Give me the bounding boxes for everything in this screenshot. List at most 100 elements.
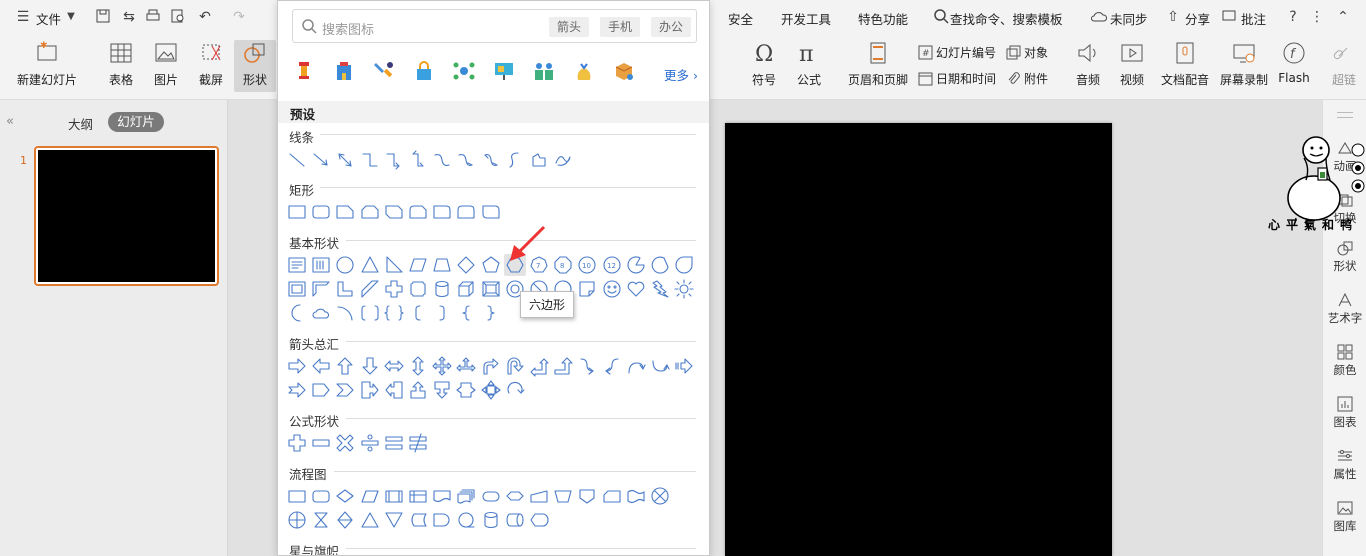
sidebar-item-color[interactable]: 颜色	[1323, 344, 1366, 378]
share-button[interactable]: 分享	[1185, 9, 1210, 28]
shape-rtriangle-icon[interactable]	[383, 254, 405, 276]
shape-r-brace-icon[interactable]	[480, 302, 502, 324]
shape-parallelogram-icon[interactable]	[407, 254, 429, 276]
shape-dbl-brace-icon[interactable]	[383, 302, 405, 324]
output-icon[interactable]: ⇆	[120, 8, 138, 26]
shape-f-multi-doc-icon[interactable]	[455, 485, 477, 507]
shape-scribble-icon[interactable]	[552, 149, 574, 171]
collapse-ribbon-icon[interactable]: ⌃	[1334, 8, 1352, 26]
shape-f-direct-icon[interactable]	[504, 509, 526, 531]
presentation-icon[interactable]	[492, 59, 516, 83]
shape-circ-arrow-icon[interactable]	[504, 379, 526, 401]
search-icon[interactable]	[932, 8, 950, 26]
shape-curve-dbl-icon[interactable]	[480, 149, 502, 171]
network-icon[interactable]	[452, 59, 476, 83]
shape-callout-quad-icon[interactable]	[480, 379, 502, 401]
shape-f-process-icon[interactable]	[286, 485, 308, 507]
share-icon[interactable]: ⇧	[1164, 8, 1182, 26]
comment-icon[interactable]	[1220, 8, 1238, 26]
shape-f-internal-icon[interactable]	[407, 485, 429, 507]
cloud-icon[interactable]	[1090, 8, 1108, 26]
shape-pent-arrow-icon[interactable]	[310, 379, 332, 401]
shape-arr-left-up-icon[interactable]	[528, 355, 550, 377]
shape-vtext-icon[interactable]	[310, 254, 332, 276]
shape-frame-icon[interactable]	[286, 278, 308, 300]
icon-search-box[interactable]: 搜索图标 箭头 手机 办公	[292, 9, 697, 43]
shape-arr-curved-l-icon[interactable]	[601, 355, 623, 377]
shape-arr-down-icon[interactable]	[359, 355, 381, 377]
shape-arr-bent-up-icon[interactable]	[552, 355, 574, 377]
shape-curve-icon[interactable]	[431, 149, 453, 171]
sync-status[interactable]: 未同步	[1110, 9, 1148, 28]
shape-sun-icon[interactable]	[673, 278, 695, 300]
shape-f-or-icon[interactable]	[286, 509, 308, 531]
sidebar-item-shape[interactable]: 形状	[1323, 240, 1366, 274]
shape-triangle-icon[interactable]	[359, 254, 381, 276]
shape-f-prep-icon[interactable]	[504, 485, 526, 507]
tab-slides[interactable]: 幻灯片	[108, 112, 164, 132]
shape-callout-r-icon[interactable]	[359, 379, 381, 401]
shape-cross-icon[interactable]	[383, 278, 405, 300]
shape-mult-icon[interactable]	[334, 432, 356, 454]
shape-button[interactable]: 形状	[234, 40, 276, 92]
shape-textbox-icon[interactable]	[286, 254, 308, 276]
shape-f-manual-in-icon[interactable]	[528, 485, 550, 507]
shape-arr-right-icon[interactable]	[286, 355, 308, 377]
hamburger-icon[interactable]: ☰	[14, 8, 32, 26]
shape-f-collate-icon[interactable]	[310, 509, 332, 531]
shape-cube-icon[interactable]	[455, 278, 477, 300]
shape-f-sort-icon[interactable]	[334, 509, 356, 531]
shape-snip-round-icon[interactable]	[407, 201, 429, 223]
shape-f-off-page-icon[interactable]	[576, 485, 598, 507]
shape-f-doc-icon[interactable]	[431, 485, 453, 507]
save-icon[interactable]	[94, 8, 112, 26]
shape-diamond-icon[interactable]	[455, 254, 477, 276]
shape-snip-diag-icon[interactable]	[383, 201, 405, 223]
shape-snip2-icon[interactable]	[359, 201, 381, 223]
current-slide[interactable]	[725, 123, 1112, 556]
shape-bevel-icon[interactable]	[480, 278, 502, 300]
shape-chord-icon[interactable]	[649, 254, 671, 276]
shape-trapezoid-icon[interactable]	[431, 254, 453, 276]
shape-arr-curved-d-icon[interactable]	[649, 355, 671, 377]
redo-icon[interactable]: ↷	[230, 8, 248, 26]
hyperlink-button[interactable]: 超链	[1326, 40, 1362, 88]
shape-lightning-icon[interactable]	[649, 278, 671, 300]
chip-office[interactable]: 办公	[651, 17, 692, 37]
shape-curve-arrow-icon[interactable]	[455, 149, 477, 171]
shape-f-decision-icon[interactable]	[334, 485, 356, 507]
collapse-pane-icon[interactable]: «	[6, 114, 14, 129]
shape-l-brace-icon[interactable]	[455, 302, 477, 324]
shape-f-data-icon[interactable]	[359, 485, 381, 507]
shape-can-icon[interactable]	[431, 278, 453, 300]
menu-tab-security[interactable]: 安全	[728, 9, 753, 28]
package-icon[interactable]	[612, 59, 636, 83]
team-icon[interactable]	[532, 59, 556, 83]
shape-arr-striped-icon[interactable]	[673, 355, 695, 377]
flash-button[interactable]: f Flash	[1276, 40, 1312, 85]
shape-not-equal-icon[interactable]	[407, 432, 429, 454]
shape-round-diag-icon[interactable]	[480, 201, 502, 223]
shape-pie-icon[interactable]	[625, 254, 647, 276]
shape-f-extract-icon[interactable]	[359, 509, 381, 531]
drag-handle[interactable]	[1337, 112, 1353, 118]
shape-callout-d-icon[interactable]	[431, 379, 453, 401]
help-icon[interactable]: ?	[1284, 8, 1302, 26]
chip-arrows[interactable]: 箭头	[549, 17, 590, 37]
tab-outline[interactable]: 大纲	[68, 114, 93, 133]
shape-teardrop-icon[interactable]	[673, 254, 695, 276]
shape-plus-icon[interactable]	[286, 432, 308, 454]
shape-round2-icon[interactable]	[455, 201, 477, 223]
menu-tab-features[interactable]: 特色功能	[858, 9, 908, 28]
shape-arr-quad-icon[interactable]	[431, 355, 453, 377]
shape-lshape-icon[interactable]	[334, 278, 356, 300]
chevron-down-icon[interactable]: ▼	[62, 8, 80, 26]
building-icon[interactable]	[332, 59, 356, 83]
shape-f-merge-icon[interactable]	[383, 509, 405, 531]
shape-dbl-arrow-icon[interactable]	[334, 149, 356, 171]
shape-plaque-icon[interactable]	[407, 278, 429, 300]
print-icon[interactable]	[144, 8, 162, 26]
shape-arr-notched-icon[interactable]	[286, 379, 308, 401]
search-command[interactable]: 查找命令、搜索模板	[950, 9, 1063, 28]
shape-elbow-dbl-icon[interactable]	[407, 149, 429, 171]
